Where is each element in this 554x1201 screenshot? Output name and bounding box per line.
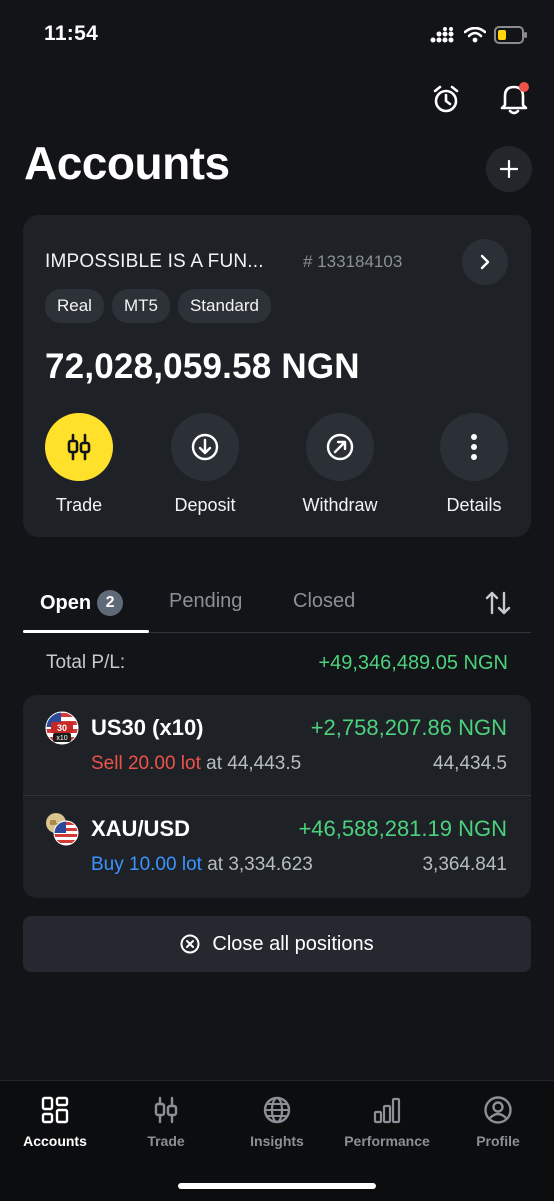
sort-arrows-icon bbox=[485, 591, 511, 615]
account-tags: Real MT5 Standard bbox=[45, 289, 271, 323]
details-action-circle[interactable] bbox=[440, 413, 508, 481]
alarm-clock-icon bbox=[433, 85, 459, 113]
account-open-button[interactable] bbox=[462, 239, 508, 285]
positions-list: 30 x10 US30 (x10) +2,758,207.86 NGN Sell… bbox=[23, 695, 531, 898]
arrow-down-circle-icon bbox=[191, 433, 219, 461]
position-profit: +46,588,281.19 NGN bbox=[298, 816, 507, 841]
position-open-price: at 44,443.5 bbox=[206, 753, 302, 774]
account-name: IMPOSSIBLE IS A FUN... bbox=[45, 251, 264, 272]
tab-open-label: Open bbox=[40, 592, 92, 614]
account-card[interactable]: IMPOSSIBLE IS A FUN... # 133184103 Real … bbox=[23, 215, 531, 537]
position-open-price: at 3,334.623 bbox=[207, 854, 313, 875]
status-icons bbox=[430, 26, 528, 44]
status-time: 11:54 bbox=[44, 22, 99, 45]
tab-pending[interactable]: Pending bbox=[169, 590, 242, 613]
nav-profile-label: Profile bbox=[476, 1133, 520, 1149]
position-row[interactable]: 30 x10 US30 (x10) +2,758,207.86 NGN Sell… bbox=[23, 695, 531, 796]
home-indicator bbox=[178, 1183, 376, 1189]
deposit-action[interactable]: Deposit bbox=[145, 413, 265, 516]
us30-flag-text: 30 bbox=[57, 723, 67, 733]
tab-active-indicator bbox=[23, 630, 149, 633]
tab-closed[interactable]: Closed bbox=[293, 590, 355, 613]
position-detail: Buy 10.00 lot at 3,334.623 bbox=[91, 854, 313, 876]
trade-action-label: Trade bbox=[55, 495, 103, 515]
trade-action[interactable]: Trade bbox=[19, 413, 139, 516]
nav-insights-label: Insights bbox=[250, 1133, 304, 1149]
total-pl-label: Total P/L: bbox=[46, 652, 126, 673]
sort-button[interactable] bbox=[484, 590, 512, 621]
deposit-action-circle[interactable] bbox=[171, 413, 239, 481]
chevron-right-icon bbox=[480, 254, 490, 270]
grid-icon bbox=[41, 1096, 69, 1124]
us30-flag-icon: 30 x10 bbox=[45, 711, 79, 745]
position-profit: +2,758,207.86 NGN bbox=[310, 715, 507, 740]
battery-icon bbox=[494, 26, 527, 44]
nav-trade-label: Trade bbox=[147, 1133, 185, 1149]
details-action[interactable]: Details bbox=[414, 413, 534, 516]
position-side: Buy 10.00 lot bbox=[91, 854, 202, 875]
tag-real: Real bbox=[45, 289, 104, 323]
account-number: # 133184103 bbox=[303, 252, 403, 271]
account-balance: 72,028,059.58 NGN bbox=[45, 347, 360, 386]
page-title: Accounts bbox=[24, 137, 230, 189]
nav-trade[interactable]: Trade bbox=[111, 1095, 221, 1149]
nav-profile[interactable]: Profile bbox=[443, 1095, 553, 1149]
tag-type: Standard bbox=[177, 289, 271, 323]
tag-platform: MT5 bbox=[111, 289, 170, 323]
nav-performance[interactable]: Performance bbox=[332, 1095, 442, 1149]
close-all-label: Close all positions bbox=[212, 932, 374, 955]
withdraw-action-label: Withdraw bbox=[302, 495, 378, 515]
details-action-label: Details bbox=[446, 495, 502, 515]
xauusd-flag-icon bbox=[46, 813, 79, 846]
close-all-positions-button[interactable]: Close all positions bbox=[23, 916, 531, 972]
more-vertical-icon bbox=[471, 434, 477, 460]
position-detail: Sell 20.00 lot at 44,443.5 bbox=[91, 753, 301, 775]
us30-flag-subtext: x10 bbox=[56, 735, 67, 742]
candles-icon bbox=[154, 1096, 178, 1124]
nav-insights[interactable]: Insights bbox=[222, 1095, 332, 1149]
position-row[interactable]: XAU/USD +46,588,281.19 NGN Buy 10.00 lot… bbox=[23, 796, 531, 897]
globe-icon bbox=[263, 1096, 291, 1124]
tab-open[interactable]: Open 2 bbox=[40, 590, 124, 616]
nav-accounts[interactable]: Accounts bbox=[0, 1095, 110, 1149]
bell-icon bbox=[500, 82, 529, 115]
position-side: Sell 20.00 lot bbox=[91, 753, 201, 774]
withdraw-action-circle[interactable] bbox=[306, 413, 374, 481]
position-current-price: 44,434.5 bbox=[433, 753, 507, 774]
position-symbol: XAU/USD bbox=[91, 816, 191, 841]
profile-icon bbox=[484, 1096, 512, 1124]
position-symbol: US30 (x10) bbox=[91, 715, 204, 740]
deposit-action-label: Deposit bbox=[174, 495, 236, 515]
alarm-button[interactable] bbox=[426, 80, 466, 120]
candles-icon bbox=[67, 433, 91, 461]
close-circle-icon bbox=[180, 934, 200, 954]
add-account-button[interactable] bbox=[486, 146, 532, 192]
notifications-button[interactable] bbox=[494, 78, 534, 118]
trade-action-circle[interactable] bbox=[45, 413, 113, 481]
open-count-badge: 2 bbox=[97, 590, 124, 616]
nav-performance-label: Performance bbox=[344, 1133, 430, 1149]
plus-icon bbox=[500, 160, 518, 178]
arrow-up-right-circle-icon bbox=[326, 433, 354, 461]
nav-accounts-label: Accounts bbox=[23, 1133, 87, 1149]
bar-chart-icon bbox=[373, 1097, 401, 1124]
position-current-price: 3,364.841 bbox=[422, 854, 507, 875]
withdraw-action[interactable]: Withdraw bbox=[280, 413, 400, 516]
signal-icon bbox=[430, 27, 454, 43]
total-pl-value: +49,346,489.05 NGN bbox=[318, 652, 508, 674]
wifi-icon bbox=[464, 27, 486, 43]
